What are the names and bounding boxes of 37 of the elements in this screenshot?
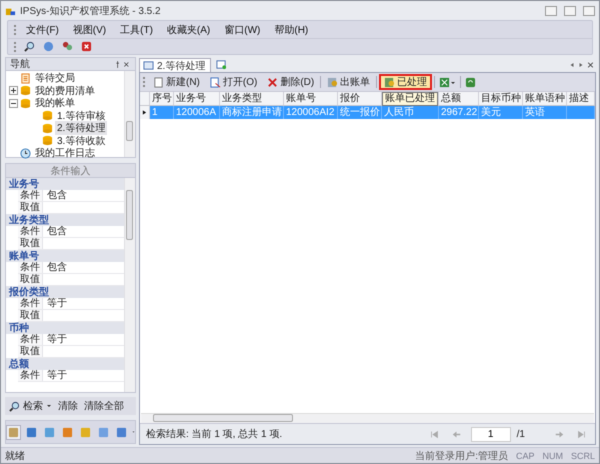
group-header: 账单号 — [6, 250, 124, 262]
table-cell: 120006A — [174, 106, 220, 119]
current-user: 当前登录用户:管理员 — [415, 450, 508, 462]
table-cell: 美元 — [479, 106, 523, 119]
property-label: 条件 — [18, 226, 43, 237]
property-label: 取值 — [18, 202, 43, 213]
tooltip: 账单已处理 — [382, 92, 438, 106]
key-indicator: CAP — [516, 450, 534, 460]
group-header: 报价类型 — [6, 286, 124, 298]
property-label: 条件 — [18, 190, 43, 201]
property-label: 条件 — [18, 298, 43, 309]
property-label: 取值 — [18, 346, 43, 357]
page-total: /1 — [516, 428, 525, 440]
table-cell: 统一报价 — [338, 106, 382, 119]
window-title: IPSys-知识产权管理系统 - 3.5.2 — [20, 4, 162, 18]
property-label: 条件 — [18, 334, 43, 345]
table-cell: 120006AI2 — [284, 106, 338, 119]
property-label: 取值 — [18, 310, 43, 321]
table-cell: 商标注册申请 — [220, 106, 284, 119]
property-label: 取值 — [18, 274, 43, 285]
property-label: 条件 — [18, 370, 43, 381]
table-cell: 人民币 — [382, 106, 439, 119]
group-header: 业务类型 — [6, 214, 124, 226]
panel-title: 导航 — [10, 58, 30, 71]
key-indicator: SCRL — [570, 450, 595, 460]
section-header: 条件输入 — [5, 163, 136, 178]
table-cell: 英语 — [523, 106, 567, 119]
group-header: 币种 — [6, 322, 124, 334]
group-header: 业务号 — [6, 178, 124, 190]
result-summary: 检索结果: 当前 1 项, 总共 1 项. — [146, 428, 284, 441]
group-header: 总额 — [6, 358, 124, 370]
property-label: 条件 — [18, 262, 43, 273]
status-message: 就绪 — [5, 450, 26, 462]
table-cell: 1 — [150, 106, 174, 119]
table-cell: 2967.22 — [439, 106, 479, 119]
key-indicator: NUM — [542, 450, 563, 460]
property-label: 取值 — [18, 238, 43, 249]
